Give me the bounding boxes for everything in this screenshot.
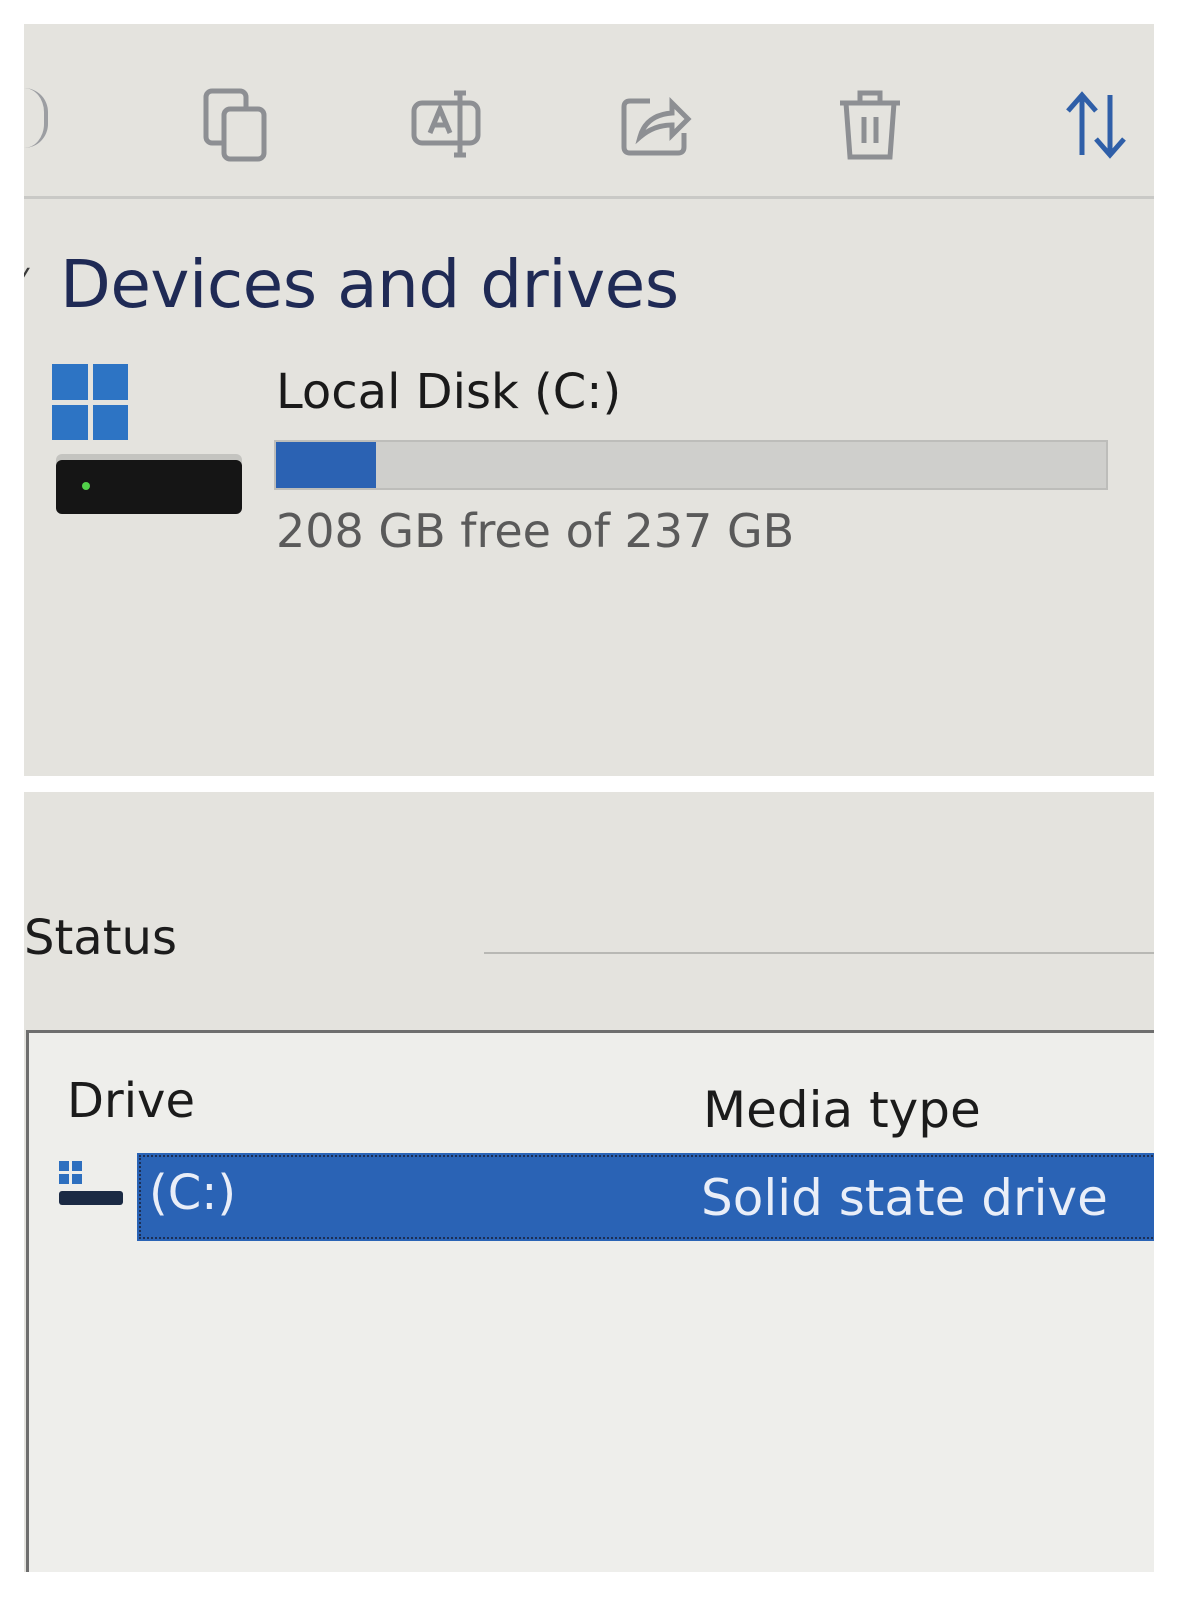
hard-drive-icon [56, 460, 242, 514]
share-icon[interactable] [616, 80, 696, 170]
drive-led [82, 482, 90, 490]
drive-icon [59, 1161, 129, 1211]
column-header-drive[interactable]: Drive [67, 1073, 195, 1129]
column-header-media-type[interactable]: Media type [703, 1081, 981, 1139]
optimize-drives-view: Status Drive Media type (C:) Solid state… [24, 792, 1154, 1572]
drive-list[interactable]: Drive Media type (C:) Solid state drive [26, 1030, 1154, 1572]
status-label: Status [24, 910, 177, 966]
drive-row[interactable]: (C:) Solid state drive [49, 1153, 1154, 1245]
disk-usage-fill [276, 442, 376, 488]
delete-icon[interactable] [830, 80, 910, 170]
copy-icon[interactable] [196, 80, 276, 170]
rename-icon[interactable] [406, 80, 486, 170]
status-divider [484, 952, 1154, 954]
drive-free-space: 208 GB free of 237 GB [276, 504, 795, 558]
partial-toolbar-icon[interactable] [24, 88, 48, 148]
windows-logo-icon [52, 364, 128, 440]
media-type-cell: Solid state drive [701, 1169, 1108, 1227]
disk-usage-bar [274, 440, 1108, 490]
section-title[interactable]: Devices and drives [60, 246, 679, 323]
toolbar-divider [24, 196, 1154, 199]
drive-cell: (C:) [149, 1165, 237, 1221]
drive-label[interactable]: Local Disk (C:) [276, 364, 621, 420]
file-explorer-view: ⁄ Devices and drives Local Disk (C:) 208… [24, 24, 1154, 776]
drive-icon[interactable] [52, 364, 252, 524]
sort-icon[interactable] [1056, 80, 1136, 170]
